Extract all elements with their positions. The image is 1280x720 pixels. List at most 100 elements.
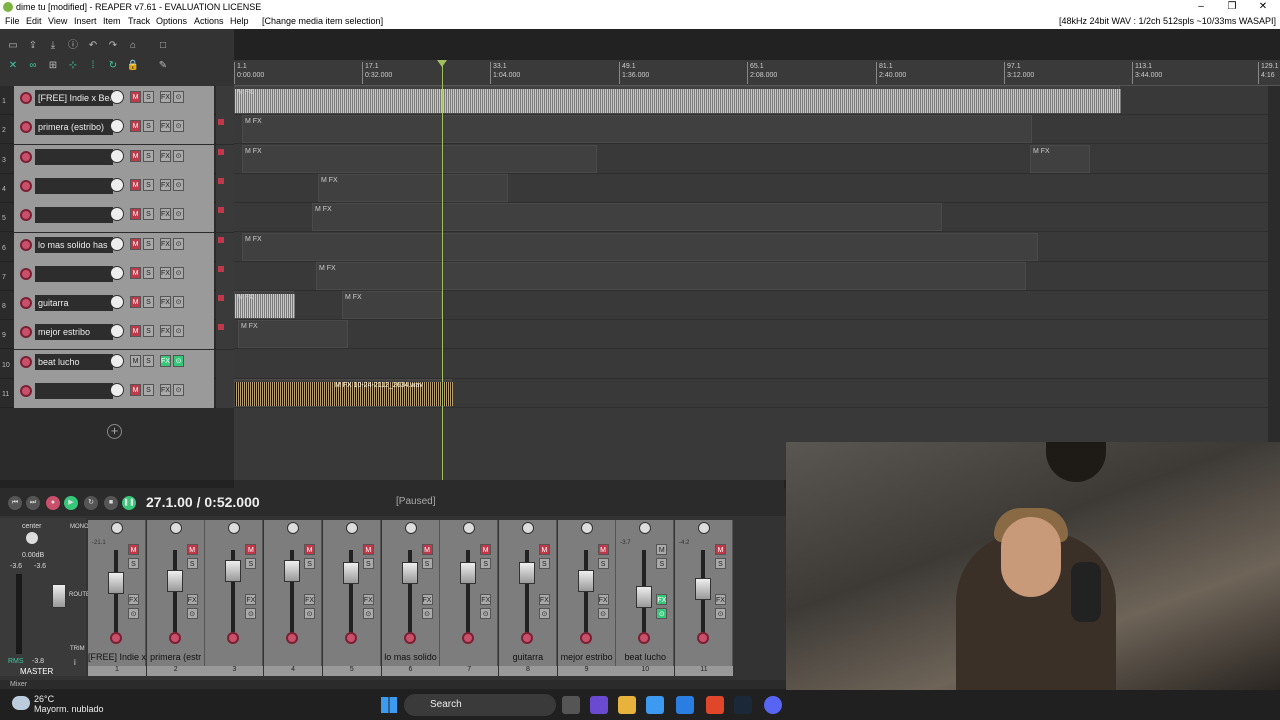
volume-knob[interactable] (110, 90, 124, 104)
io-button[interactable]: ⊙ (173, 384, 184, 396)
mute-button[interactable]: M (304, 544, 316, 555)
io-button[interactable]: ⊙ (715, 608, 726, 619)
fx-button[interactable]: FX (160, 384, 171, 396)
track-lane[interactable]: M FX (234, 86, 1280, 115)
track-row[interactable]: 8 guitarra M S FX ⊙ (0, 291, 234, 321)
track-row[interactable]: 7 M S FX ⊙ (0, 261, 234, 291)
fx-button[interactable]: FX (538, 594, 550, 605)
fx-button[interactable]: FX (160, 354, 171, 367)
redo-icon[interactable]: ↷ (106, 39, 120, 53)
track-lane[interactable]: M FX (234, 261, 1280, 291)
io-button[interactable]: ⊙ (245, 608, 257, 619)
mute-button[interactable]: M (130, 208, 141, 221)
copilot-icon[interactable] (590, 696, 608, 714)
track-lane[interactable]: M FX (234, 232, 1280, 262)
track-name-field[interactable]: guitarra (35, 295, 113, 312)
edge-icon[interactable] (676, 696, 694, 714)
io-button[interactable]: ⊙ (421, 608, 433, 619)
fx-button[interactable]: FX (656, 594, 668, 605)
media-item[interactable]: M FX (318, 173, 508, 202)
solo-button[interactable]: S (143, 266, 154, 279)
media-item[interactable]: M FX (312, 203, 942, 232)
fx-button[interactable]: FX (421, 594, 433, 605)
record-arm-icon[interactable] (638, 632, 651, 644)
record-arm-icon[interactable] (403, 632, 416, 644)
master-info-icon[interactable]: i (74, 658, 76, 667)
discord-icon[interactable] (764, 696, 782, 714)
record-arm-icon[interactable] (697, 632, 709, 644)
fx-button[interactable]: FX (160, 120, 171, 133)
record-arm-icon[interactable] (520, 632, 533, 644)
track-row[interactable]: 1 [FREE] Indie x Bed M S FX ⊙ (0, 86, 234, 115)
volume-fader[interactable] (225, 560, 242, 582)
io-button[interactable]: ⊙ (173, 120, 184, 133)
snap-icon[interactable]: ⊹ (66, 59, 80, 73)
repeat-icon[interactable]: ↻ (84, 496, 98, 510)
record-arm-icon[interactable] (462, 632, 475, 644)
mute-button[interactable]: M (128, 544, 139, 555)
master-fader[interactable] (52, 584, 66, 608)
record-arm-icon[interactable] (286, 632, 299, 644)
loop-icon[interactable]: ↻ (106, 59, 120, 73)
solo-button[interactable]: S (480, 558, 492, 569)
undo-icon[interactable]: ↶ (86, 39, 100, 53)
fx-button[interactable]: FX (160, 208, 171, 221)
track-row[interactable]: 6 lo mas solido has M S FX ⊙ (0, 232, 234, 262)
fx-button[interactable]: FX (362, 594, 374, 605)
solo-button[interactable]: S (421, 558, 433, 569)
track-row[interactable]: 5 M S FX ⊙ (0, 203, 234, 233)
fx-button[interactable]: FX (160, 178, 171, 191)
open-project-icon[interactable]: ⇪ (26, 39, 40, 53)
pan-knob[interactable] (698, 522, 710, 534)
solo-button[interactable]: S (186, 558, 198, 569)
project-settings-icon[interactable]: ⓘ (66, 39, 80, 53)
media-item[interactable]: M FX (316, 261, 1026, 290)
timeline-ruler[interactable]: 1.1 0:00.000 17.1 0:32.000 33.1 1:04.000 49… (234, 60, 1280, 86)
media-item[interactable]: M FX (234, 291, 295, 320)
record-arm-icon[interactable] (20, 355, 32, 368)
track-name-field[interactable] (35, 383, 113, 399)
mute-button[interactable]: M (597, 544, 609, 555)
io-button[interactable]: ⊙ (173, 325, 184, 338)
fx-button[interactable]: FX (160, 296, 171, 309)
start-icon[interactable] (381, 697, 397, 713)
record-arm-icon[interactable] (110, 632, 122, 644)
save-project-icon[interactable]: ⤓ (46, 39, 60, 53)
io-button[interactable]: ⊙ (128, 608, 139, 619)
fx-button[interactable]: FX (128, 594, 139, 605)
io-button[interactable]: ⊙ (173, 149, 184, 162)
fx-button[interactable]: FX (160, 237, 171, 250)
track-name-field[interactable]: lo mas solido has (35, 236, 113, 253)
menu-item[interactable]: Item (103, 14, 121, 29)
maximize-button[interactable]: ❐ (1217, 0, 1247, 14)
solo-button[interactable]: S (143, 354, 154, 367)
fx-button[interactable]: FX (160, 149, 171, 162)
media-item[interactable]: M FX (242, 144, 597, 173)
io-button[interactable]: ⊙ (173, 178, 184, 191)
horizontal-scrollbar[interactable] (234, 480, 784, 488)
io-button[interactable]: ⊙ (173, 354, 184, 367)
master-mono-button[interactable]: MONO (70, 524, 89, 530)
solo-button[interactable]: S (362, 558, 374, 569)
file-explorer-icon[interactable] (618, 696, 636, 714)
pan-knob[interactable] (639, 522, 652, 534)
solo-button[interactable]: S (143, 91, 154, 103)
track-row[interactable]: 3 M S FX ⊙ (0, 144, 234, 174)
pan-knob[interactable] (404, 522, 417, 534)
menu-options[interactable]: Options (156, 14, 187, 29)
menu-actions[interactable]: Actions (194, 14, 224, 29)
io-button[interactable]: ⊙ (538, 608, 550, 619)
mute-button[interactable]: M (130, 178, 141, 191)
solo-button[interactable]: S (143, 149, 154, 162)
io-button[interactable]: ⊙ (362, 608, 374, 619)
go-to-start-icon[interactable]: ⏮ (8, 496, 22, 510)
fx-button[interactable]: FX (160, 91, 171, 103)
mute-button[interactable]: M (245, 544, 257, 555)
lock-icon[interactable]: 🔒 (126, 59, 140, 73)
track-name-field[interactable] (35, 177, 113, 194)
mute-button[interactable]: M (421, 544, 433, 555)
mute-button[interactable]: M (130, 237, 141, 250)
menu-track[interactable]: Track (128, 14, 150, 29)
track-lane[interactable]: M FX (234, 320, 1280, 350)
store-icon[interactable] (646, 696, 664, 714)
